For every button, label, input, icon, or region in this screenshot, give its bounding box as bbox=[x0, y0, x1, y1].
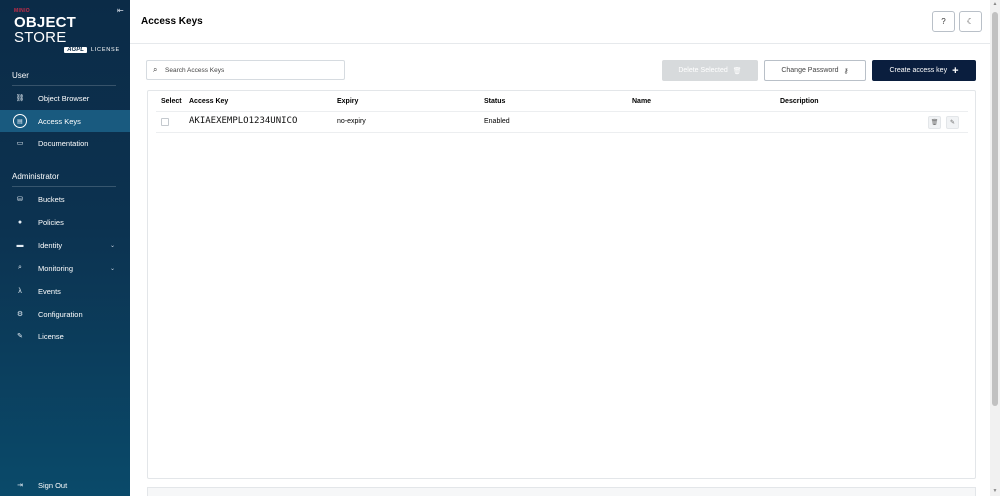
header-divider bbox=[130, 43, 990, 44]
sidebar-item-label: Events bbox=[38, 286, 61, 296]
trash-icon: 🗑 bbox=[930, 120, 939, 126]
sidebar-item-label: Policies bbox=[38, 217, 64, 227]
sidebar: MINIO OBJECT STORE AGPL LICENSE ⇤ User ⛓… bbox=[0, 0, 130, 496]
minio-logo[interactable]: MINIO OBJECT STORE AGPL LICENSE bbox=[14, 8, 124, 53]
change-password-label: Change Password bbox=[781, 67, 839, 74]
key-icon: ⚷ bbox=[843, 67, 849, 75]
table-row-divider bbox=[156, 132, 968, 133]
collapse-sidebar-icon[interactable]: ⇤ bbox=[117, 6, 124, 15]
help-icon: ? bbox=[941, 17, 946, 26]
sidebar-item-events[interactable]: λ Events bbox=[0, 280, 130, 302]
column-header-select: Select bbox=[161, 98, 182, 105]
object-browser-icon: ⛓ bbox=[15, 95, 25, 102]
sidebar-item-documentation[interactable]: ▭ Documentation bbox=[0, 132, 130, 154]
search-input[interactable] bbox=[165, 63, 340, 77]
edit-row-button[interactable]: ✎ bbox=[946, 116, 959, 129]
table-row[interactable]: AKIAEXEMPLO1234UNICO no-expiry Enabled 🗑… bbox=[156, 112, 968, 132]
identity-icon: ▬ bbox=[16, 241, 24, 249]
documentation-icon: ▭ bbox=[16, 140, 24, 147]
sidebar-item-label: Access Keys bbox=[38, 116, 81, 126]
logo-product: OBJECT STORE bbox=[14, 15, 124, 45]
scroll-up-icon[interactable]: ▲ bbox=[992, 1, 998, 7]
license-icon: ✎ bbox=[17, 333, 23, 340]
change-password-button[interactable]: Change Password ⚷ bbox=[764, 60, 866, 81]
search-icon: ⌕ bbox=[153, 65, 158, 74]
sidebar-item-label: Object Browser bbox=[38, 93, 90, 103]
row-select-checkbox[interactable] bbox=[161, 118, 169, 126]
status-cell: Enabled bbox=[484, 118, 510, 125]
column-header-status[interactable]: Status bbox=[484, 98, 505, 105]
search-box: ⌕ bbox=[146, 60, 345, 80]
sidebar-item-access-keys[interactable]: ▤ Access Keys bbox=[0, 110, 130, 132]
delete-selected-label: Delete Selected bbox=[678, 67, 728, 74]
plus-icon: + bbox=[952, 64, 959, 77]
page-footer-panel bbox=[147, 487, 976, 496]
section-label-user: User bbox=[12, 71, 29, 80]
sidebar-item-configuration[interactable]: ⚙ Configuration bbox=[0, 303, 130, 325]
delete-selected-button[interactable]: Delete Selected 🗑 bbox=[662, 60, 758, 81]
sidebar-item-identity[interactable]: ▬ Identity ⌄ bbox=[0, 234, 130, 256]
sidebar-item-policies[interactable]: ● Policies bbox=[0, 211, 130, 233]
trash-icon: 🗑 bbox=[732, 67, 742, 75]
sidebar-item-label: Sign Out bbox=[38, 480, 68, 490]
logo-license-text: LICENSE bbox=[90, 47, 120, 53]
column-header-description[interactable]: Description bbox=[780, 98, 819, 105]
section-divider bbox=[12, 85, 116, 86]
access-key-cell: AKIAEXEMPLO1234UNICO bbox=[189, 116, 298, 126]
delete-row-button[interactable]: 🗑 bbox=[928, 116, 941, 129]
sidebar-item-sign-out[interactable]: ⇥ Sign Out bbox=[0, 474, 130, 496]
logo-sub: AGPL LICENSE bbox=[14, 47, 124, 53]
help-button[interactable]: ? bbox=[932, 11, 955, 32]
sidebar-item-object-browser[interactable]: ⛓ Object Browser bbox=[0, 87, 130, 109]
logo-product-thin: STORE bbox=[14, 29, 67, 46]
scroll-down-icon[interactable]: ▼ bbox=[992, 488, 998, 494]
column-header-name[interactable]: Name bbox=[632, 98, 651, 105]
scrollbar-thumb[interactable] bbox=[992, 12, 998, 406]
monitoring-icon: ⌕ bbox=[18, 264, 22, 271]
sidebar-item-monitoring[interactable]: ⌕ Monitoring ⌄ bbox=[0, 257, 130, 279]
sidebar-item-label: License bbox=[38, 331, 64, 341]
pencil-icon: ✎ bbox=[949, 120, 956, 126]
sidebar-item-label: Identity bbox=[38, 240, 63, 250]
page-title: Access Keys bbox=[141, 16, 203, 27]
buckets-icon: ⛁ bbox=[17, 196, 23, 203]
chevron-down-icon: ⌄ bbox=[110, 242, 116, 249]
sidebar-item-buckets[interactable]: ⛁ Buckets bbox=[0, 188, 130, 210]
policies-icon: ● bbox=[17, 218, 23, 226]
create-access-key-button[interactable]: Create access key + bbox=[872, 60, 976, 81]
sidebar-item-license[interactable]: ✎ License bbox=[0, 325, 130, 347]
expiry-cell: no-expiry bbox=[337, 118, 366, 125]
page-scrollbar[interactable]: ▲ ▼ bbox=[990, 0, 1000, 496]
theme-toggle-button[interactable]: ☾ bbox=[959, 11, 982, 32]
dark-mode-icon: ☾ bbox=[966, 17, 975, 26]
sign-out-icon: ⇥ bbox=[17, 482, 23, 489]
access-keys-table: Select Access Key Expiry Status Name Des… bbox=[147, 90, 976, 479]
events-icon: λ bbox=[18, 287, 22, 295]
sidebar-item-label: Documentation bbox=[38, 138, 89, 148]
column-header-access-key[interactable]: Access Key bbox=[189, 98, 228, 105]
sidebar-item-label: Monitoring bbox=[38, 263, 74, 273]
chevron-down-icon: ⌄ bbox=[110, 265, 116, 272]
sidebar-item-label: Configuration bbox=[38, 309, 83, 319]
sidebar-item-label: Buckets bbox=[38, 194, 65, 204]
create-access-key-label: Create access key bbox=[889, 67, 948, 74]
section-label-administrator: Administrator bbox=[12, 172, 60, 181]
section-divider bbox=[12, 186, 116, 187]
column-header-expiry[interactable]: Expiry bbox=[337, 98, 358, 105]
access-keys-icon: ▤ bbox=[13, 114, 27, 128]
agpl-badge: AGPL bbox=[64, 47, 87, 53]
configuration-icon: ⚙ bbox=[16, 311, 24, 318]
